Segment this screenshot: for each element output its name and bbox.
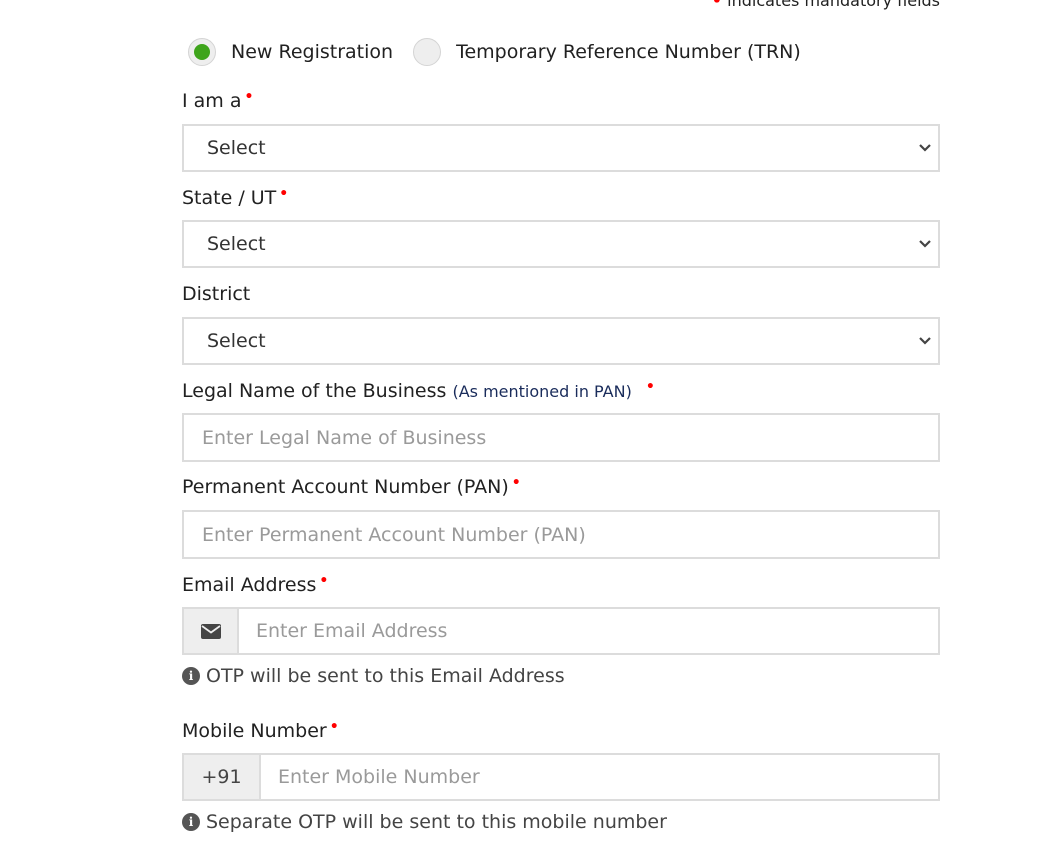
mobile-placeholder: Enter Mobile Number <box>278 766 480 788</box>
chevron-down-icon <box>919 144 931 152</box>
state-ut-select[interactable]: Select <box>182 220 940 268</box>
email-addon <box>184 609 239 653</box>
state-ut-select-value: Select <box>207 233 266 255</box>
i-am-a-select[interactable]: Select <box>182 124 940 172</box>
envelope-icon <box>200 623 221 639</box>
district-label: District <box>182 283 250 305</box>
mandatory-note: • indicates mandatory fields <box>712 0 940 10</box>
email-label-text: Email Address <box>182 574 317 596</box>
radio-new-registration-label[interactable]: New Registration <box>231 41 393 63</box>
required-dot: • <box>711 0 723 10</box>
email-label: Email Address • <box>182 573 329 596</box>
state-ut-label: State / UT • <box>182 186 289 209</box>
required-dot: • <box>319 573 329 589</box>
district-label-text: District <box>182 283 251 305</box>
chevron-down-icon <box>919 337 931 345</box>
pan-placeholder: Enter Permanent Account Number (PAN) <box>202 523 586 546</box>
chevron-down-icon <box>919 240 931 248</box>
legal-name-label: Legal Name of the Business (As mentioned… <box>182 379 655 402</box>
mobile-input-group: +91 Enter Mobile Number <box>182 753 940 801</box>
district-select[interactable]: Select <box>182 317 940 365</box>
email-placeholder: Enter Email Address <box>256 620 448 642</box>
i-am-a-label: I am a • <box>182 89 254 112</box>
district-select-value: Select <box>207 330 266 352</box>
mobile-help: i Separate OTP will be sent to this mobi… <box>182 811 667 833</box>
required-dot: • <box>645 379 655 395</box>
i-am-a-select-value: Select <box>207 137 266 159</box>
radio-new-registration[interactable] <box>188 38 216 66</box>
mobile-label: Mobile Number • <box>182 719 339 742</box>
legal-name-input[interactable]: Enter Legal Name of Business <box>182 413 940 462</box>
state-ut-label-text: State / UT <box>182 187 277 209</box>
email-input[interactable]: Enter Email Address <box>239 609 938 653</box>
email-help-text: OTP will be sent to this Email Address <box>206 665 565 687</box>
i-am-a-label-text: I am a <box>182 90 242 112</box>
pan-label-text: Permanent Account Number (PAN) <box>182 476 509 498</box>
country-code-addon: +91 <box>184 755 261 799</box>
pan-input[interactable]: Enter Permanent Account Number (PAN) <box>182 510 940 559</box>
email-input-group: Enter Email Address <box>182 607 940 655</box>
legal-name-sublabel: (As mentioned in PAN) <box>452 382 632 401</box>
mobile-label-text: Mobile Number <box>182 720 327 742</box>
required-dot: • <box>511 475 521 491</box>
info-icon: i <box>182 813 200 831</box>
required-dot: • <box>279 186 289 202</box>
email-help: i OTP will be sent to this Email Address <box>182 665 565 687</box>
required-dot: • <box>244 89 254 105</box>
radio-trn-label[interactable]: Temporary Reference Number (TRN) <box>456 41 801 63</box>
pan-label: Permanent Account Number (PAN) • <box>182 475 521 498</box>
legal-name-placeholder: Enter Legal Name of Business <box>202 426 487 449</box>
registration-type-group: New Registration Temporary Reference Num… <box>188 38 821 66</box>
info-icon: i <box>182 667 200 685</box>
legal-name-label-text: Legal Name of the Business <box>182 380 447 402</box>
required-dot: • <box>329 719 339 735</box>
radio-trn[interactable] <box>413 38 442 66</box>
radio-dot <box>194 44 210 60</box>
mandatory-note-text: indicates mandatory fields <box>727 0 940 10</box>
mobile-input[interactable]: Enter Mobile Number <box>261 755 938 799</box>
mobile-help-text: Separate OTP will be sent to this mobile… <box>206 811 667 833</box>
